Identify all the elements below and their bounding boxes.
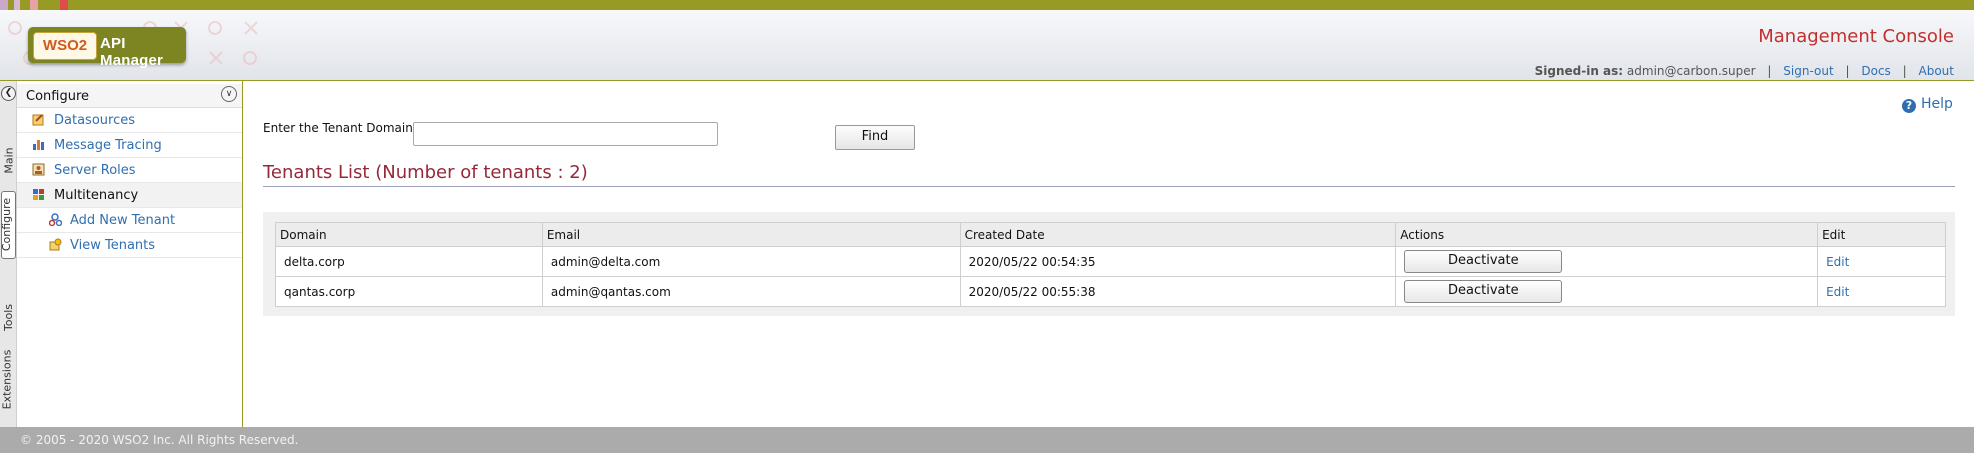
help-link[interactable]: ? Help xyxy=(1902,96,1953,113)
deactivate-button[interactable]: Deactivate xyxy=(1404,280,1563,303)
menu-item-server-roles[interactable]: Server Roles xyxy=(17,158,242,183)
menu-item-label: Add New Tenant xyxy=(70,213,176,228)
console-title: Management Console xyxy=(1758,26,1954,47)
tab-configure-label: Configure xyxy=(0,197,14,252)
menu-item-datasources[interactable]: Datasources xyxy=(17,108,242,133)
cell-actions: Deactivate xyxy=(1395,276,1819,307)
cell-domain: delta.corp xyxy=(275,246,543,277)
tab-tools[interactable]: Tools xyxy=(0,300,16,336)
tracing-chart-icon xyxy=(33,140,44,150)
column-header-edit: Edit xyxy=(1817,222,1946,247)
table-row: qantas.corp admin@qantas.com 2020/05/22 … xyxy=(275,276,1946,307)
logo-brand: WSO2 xyxy=(33,32,97,60)
menu-item-label: Datasources xyxy=(54,113,135,128)
server-roles-icon xyxy=(32,163,45,176)
about-link[interactable]: About xyxy=(1919,64,1954,78)
multitenancy-icon xyxy=(33,189,44,200)
cell-created-date: 2020/05/22 00:55:38 xyxy=(959,276,1397,307)
separator: | xyxy=(1845,64,1850,78)
column-header-email: Email xyxy=(541,222,961,247)
separator: | xyxy=(1767,64,1772,78)
deactivate-button[interactable]: Deactivate xyxy=(1404,250,1563,273)
view-tenants-icon xyxy=(49,238,62,251)
copyright-text: © 2005 - 2020 WSO2 Inc. All Rights Reser… xyxy=(20,433,299,447)
tenants-table: Domain Email Created Date Actions Edit d… xyxy=(275,222,1946,307)
datasource-icon xyxy=(32,114,44,126)
help-label: Help xyxy=(1921,96,1953,112)
title-divider xyxy=(263,186,1955,187)
help-icon: ? xyxy=(1902,99,1916,113)
find-button[interactable]: Find xyxy=(835,125,915,150)
tenant-domain-label: Enter the Tenant Domain xyxy=(263,121,413,135)
menu-item-label: View Tenants xyxy=(70,238,156,253)
menu-title: Configure xyxy=(26,89,90,104)
menu-item-add-new-tenant[interactable]: Add New Tenant xyxy=(17,208,242,233)
cell-domain: qantas.corp xyxy=(275,276,543,307)
tab-extensions[interactable]: Extensions xyxy=(0,345,16,415)
tab-tools-label: Tools xyxy=(2,303,16,332)
chevron-down-icon[interactable]: ∨ xyxy=(221,86,237,102)
table-header-row: Domain Email Created Date Actions Edit xyxy=(275,222,1946,247)
add-tenant-icon xyxy=(49,213,62,226)
cell-created-date: 2020/05/22 00:54:35 xyxy=(959,246,1397,277)
menu-header[interactable]: Configure ∨ xyxy=(17,84,242,108)
cell-edit: Edit xyxy=(1817,276,1946,307)
collapse-menu-icon[interactable]: ❮ xyxy=(1,86,16,101)
user-bar: Signed-in as: admin@carbon.super | Sign-… xyxy=(1535,64,1954,78)
footer: © 2005 - 2020 WSO2 Inc. All Rights Reser… xyxy=(0,427,1974,453)
signed-in-label: Signed-in as: xyxy=(1534,64,1624,78)
edit-link[interactable]: Edit xyxy=(1826,255,1849,269)
tab-main[interactable]: Main xyxy=(0,140,16,180)
separator: | xyxy=(1902,64,1907,78)
column-header-actions: Actions xyxy=(1395,222,1819,247)
menu-item-label: Multitenancy xyxy=(54,188,139,203)
header: WSO2 API Manager Management Console Sign… xyxy=(0,10,1974,81)
cell-email: admin@delta.com xyxy=(541,246,961,277)
wso2-logo[interactable]: WSO2 API Manager xyxy=(28,27,186,69)
signed-in-user: admin@carbon.super xyxy=(1626,64,1756,78)
docs-link[interactable]: Docs xyxy=(1861,64,1890,78)
cell-email: admin@qantas.com xyxy=(541,276,961,307)
cell-actions: Deactivate xyxy=(1395,246,1819,277)
menu-item-label: Server Roles xyxy=(54,163,136,178)
tab-extensions-label: Extensions xyxy=(0,349,14,410)
cell-edit: Edit xyxy=(1817,246,1946,277)
tenants-list-title: Tenants List (Number of tenants : 2) xyxy=(263,162,588,183)
top-stripe xyxy=(0,0,1974,10)
logo-product-name: API Manager xyxy=(100,35,164,69)
tenants-table-container: Domain Email Created Date Actions Edit d… xyxy=(263,212,1955,316)
menu-item-multitenancy[interactable]: Multitenancy xyxy=(17,183,242,208)
tenant-domain-input[interactable] xyxy=(413,122,718,146)
table-row: delta.corp admin@delta.com 2020/05/22 00… xyxy=(275,246,1946,277)
edit-link[interactable]: Edit xyxy=(1826,285,1849,299)
column-header-created-date: Created Date xyxy=(959,222,1397,247)
menu-item-view-tenants[interactable]: View Tenants xyxy=(17,233,242,258)
column-header-domain: Domain xyxy=(275,222,543,247)
tab-configure[interactable]: Configure xyxy=(0,191,16,259)
menu-item-message-tracing[interactable]: Message Tracing xyxy=(17,133,242,158)
configure-menu: Configure ∨ Datasources Message Tracing … xyxy=(17,81,243,427)
tab-main-label: Main xyxy=(2,147,16,174)
menu-item-label: Message Tracing xyxy=(54,138,162,153)
sign-out-link[interactable]: Sign-out xyxy=(1783,64,1833,78)
